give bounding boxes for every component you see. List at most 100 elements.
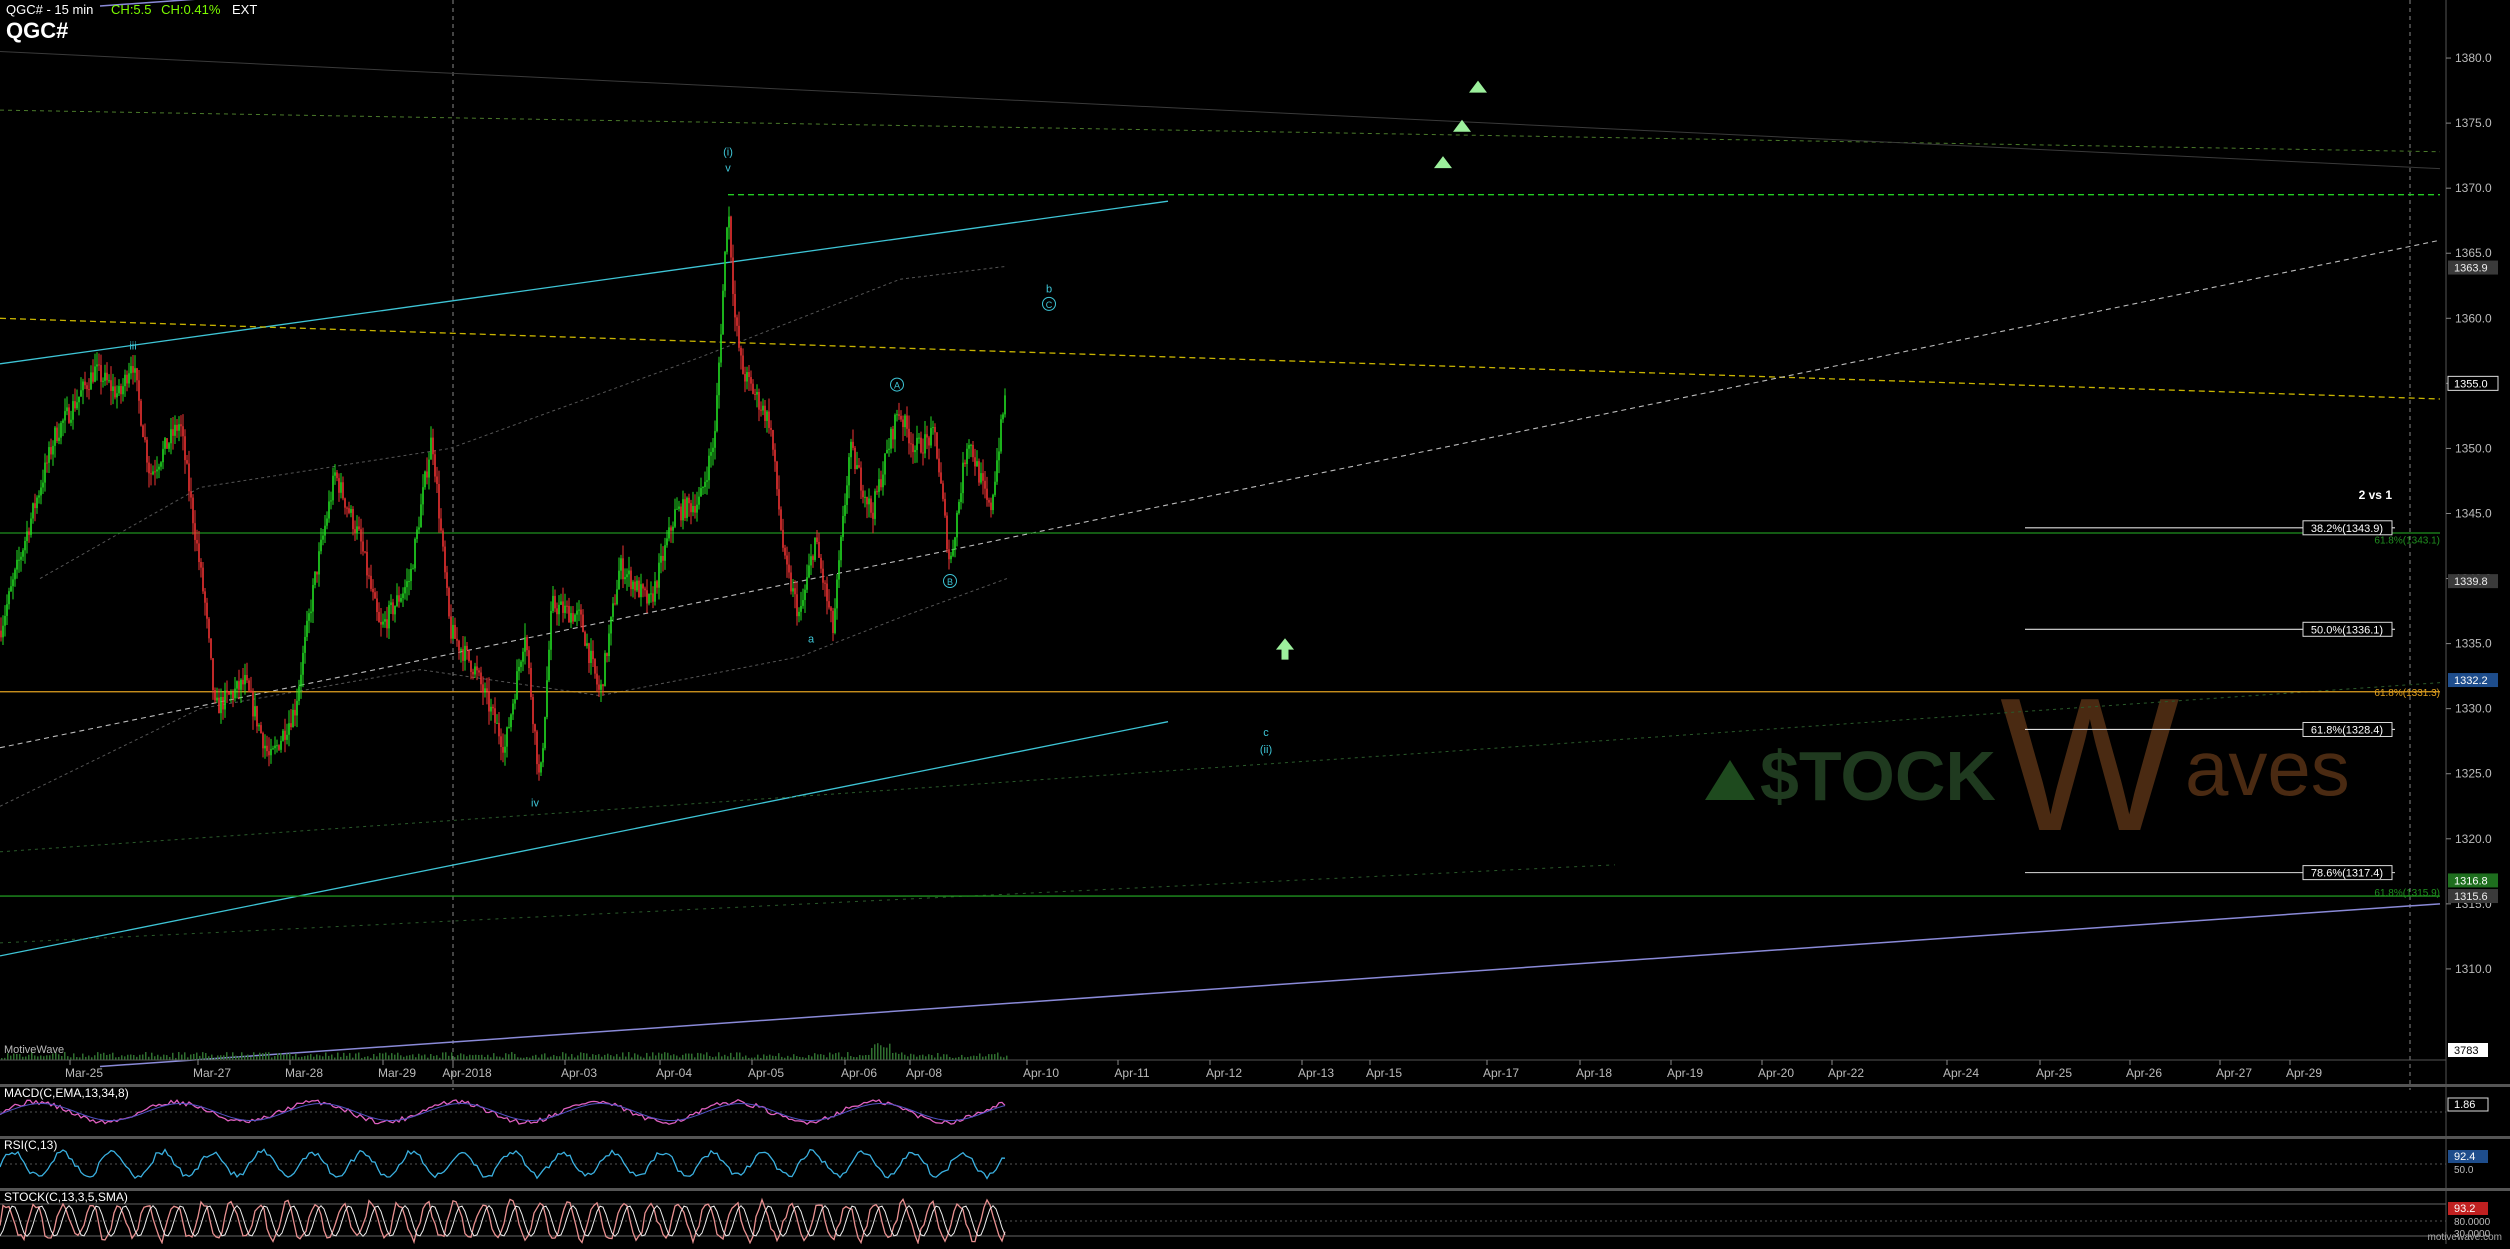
volume-bar	[97, 1052, 99, 1060]
volume-bar	[907, 1056, 909, 1060]
volume-bar	[685, 1053, 687, 1060]
volume-bar	[718, 1052, 720, 1060]
volume-bar	[268, 1052, 270, 1060]
candle-body	[410, 568, 412, 582]
volume-bar	[337, 1052, 339, 1060]
candle-body	[208, 618, 210, 639]
volume-bar	[112, 1052, 114, 1060]
volume-bar	[10, 1055, 12, 1060]
volume-bar	[202, 1052, 204, 1060]
volume-bar	[919, 1055, 921, 1060]
volume-bar	[532, 1055, 534, 1060]
volume-label-text: 3783	[2454, 1045, 2478, 1057]
volume-bar	[262, 1053, 264, 1060]
candle-body	[716, 395, 718, 432]
candle-body	[114, 386, 116, 398]
candle-body	[262, 733, 264, 749]
price-chart[interactable]: $TOCK Waves 2 vs 1 38.2%(1343.9) 50.0%(1336…	[0, 0, 2510, 1246]
volume-bar	[655, 1055, 657, 1060]
candle-body	[132, 366, 134, 373]
volume-bar	[703, 1054, 705, 1060]
candle-body	[46, 462, 48, 464]
candle-body	[850, 441, 852, 458]
volume-bar	[904, 1054, 906, 1060]
instrument-interval: QGC# - 15 min	[6, 2, 94, 17]
candle-body	[784, 547, 786, 556]
volume-bar	[295, 1054, 297, 1060]
volume-bar	[121, 1055, 123, 1060]
volume-bar	[88, 1055, 90, 1060]
candle-body	[788, 564, 790, 573]
candle-body	[942, 483, 944, 499]
watermark-logo: W	[2000, 659, 2179, 871]
wave-label: a	[808, 633, 815, 645]
volume-bar	[724, 1054, 726, 1060]
candle-body	[954, 537, 956, 550]
volume-bar	[388, 1055, 390, 1060]
volume-bar	[256, 1056, 258, 1060]
volume-bar	[193, 1053, 195, 1060]
volume-bar	[736, 1052, 738, 1060]
candle-body	[108, 380, 110, 382]
volume-bar	[586, 1053, 588, 1060]
volume-bar	[406, 1055, 408, 1060]
volume-bar	[106, 1055, 108, 1060]
candle-body	[210, 638, 212, 659]
candle-body	[960, 493, 962, 502]
volume-bar	[544, 1053, 546, 1060]
wave-label: iii	[129, 341, 136, 353]
volume-bar	[163, 1054, 165, 1060]
volume-bar	[133, 1054, 135, 1060]
volume-bar	[394, 1054, 396, 1060]
volume-bar	[166, 1055, 168, 1060]
candle-body	[1004, 395, 1006, 415]
candle-body	[804, 589, 806, 601]
candle-body	[670, 527, 672, 531]
candle-body	[578, 609, 580, 611]
candle-body	[882, 474, 884, 488]
candle-body	[280, 740, 282, 750]
volume-bar	[637, 1054, 639, 1060]
volume-bar	[220, 1055, 222, 1060]
fib-level-label: 50.0%(1336.1)	[2311, 624, 2383, 636]
candle-body	[8, 591, 10, 605]
candle-body	[780, 509, 782, 530]
candle-body	[500, 736, 502, 748]
volume-bar	[985, 1056, 987, 1060]
candle-body	[562, 601, 564, 613]
volume-bar	[622, 1052, 624, 1060]
candle-body	[256, 706, 258, 727]
volume-bar	[493, 1053, 495, 1060]
volume-bar	[139, 1054, 141, 1060]
candle-body	[164, 438, 166, 449]
candle-body	[598, 684, 600, 690]
candle-body	[596, 673, 598, 685]
wave-label: (i)	[723, 147, 733, 159]
candle-body	[374, 592, 376, 599]
candle-body	[608, 633, 610, 657]
candle-body	[790, 572, 792, 592]
candle-body	[394, 605, 396, 615]
candle-body	[260, 725, 262, 734]
candle-body	[554, 595, 556, 609]
footer-url: motivewave.com	[2427, 1232, 2502, 1243]
indicator-name: RSI(C,13)	[4, 1138, 57, 1152]
volume-bar	[196, 1052, 198, 1060]
volume-bar	[211, 1054, 213, 1060]
volume-bar	[46, 1055, 48, 1060]
instrument-header: QGC# - 15 min CH:5.5 CH:0.41% EXT	[6, 2, 257, 17]
candle-body	[212, 658, 214, 690]
volume-bar	[664, 1052, 666, 1060]
candle-body	[52, 445, 54, 455]
candle-body	[48, 447, 50, 463]
candle-body	[276, 745, 278, 747]
candle-body	[990, 502, 992, 511]
candle-body	[282, 730, 284, 741]
volume-bar	[568, 1056, 570, 1060]
candle-body	[452, 624, 454, 639]
candle-body	[862, 490, 864, 498]
candle-body	[718, 362, 720, 396]
price-tick-label: 1310.0	[2455, 962, 2492, 976]
candle-body	[482, 684, 484, 693]
volume-bar	[181, 1054, 183, 1060]
